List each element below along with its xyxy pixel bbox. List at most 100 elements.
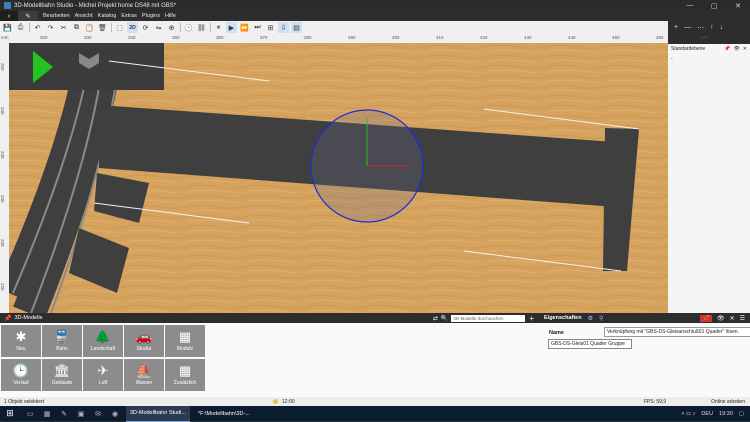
back-button[interactable]: ‹ — [0, 11, 18, 21]
properties-panel-header: Eigenschaften ⚙ ⚲ 📌 👁 ✕ ☰ — [540, 313, 750, 323]
name-field[interactable]: GBS-DS-Gleis01 Quader Gruppe — [548, 339, 632, 349]
move-layer-icon[interactable]: ⋯ — [697, 24, 704, 32]
delete-icon[interactable]: 🗑 — [97, 22, 108, 33]
play-icon[interactable]: ▶ — [226, 22, 237, 33]
close-icon[interactable]: ✕ — [730, 315, 735, 322]
print-icon[interactable]: ⎙ — [15, 22, 26, 33]
rotate-icon[interactable]: ⟳ — [140, 22, 151, 33]
close-button[interactable]: ✕ — [726, 2, 750, 10]
taskbar-app-modellbahn[interactable]: 3D-Modellbahn Studi... — [126, 405, 190, 422]
car-icon: 🚗 — [135, 329, 153, 344]
layer-down-icon[interactable]: ↓ — [720, 24, 724, 31]
align-icon[interactable]: ⊕ — [166, 22, 177, 33]
category-landschaft[interactable]: 🌲 Landschaft — [83, 325, 123, 357]
mode-2d-button[interactable]: 2D — [127, 22, 138, 33]
category-module[interactable]: ▦ Module — [165, 325, 205, 357]
cut-icon[interactable]: ✂ — [58, 22, 69, 33]
track-tool-icon[interactable]: ⊞ — [265, 22, 276, 33]
windows-start-icon[interactable]: ⊞ — [0, 408, 20, 419]
ruler-tick: 460 — [656, 35, 664, 40]
ruler-tick: 240 — [0, 151, 5, 159]
menu-ansicht[interactable]: Ansicht — [75, 13, 93, 19]
menu-bar: ‹ ✎ Bearbeiten Ansicht Katalog Extras Pl… — [0, 11, 750, 21]
category-verlauf[interactable]: 🕒 Verlauf — [1, 359, 41, 391]
category-bahn[interactable]: 🚆 Bahn — [42, 325, 82, 357]
language-indicator[interactable]: DEU — [701, 411, 713, 417]
ruler-tick: 410 — [436, 35, 444, 40]
category-zusaetzlich[interactable]: ▦ Zusätzlich — [165, 359, 205, 391]
calculator-icon[interactable]: ▦ — [40, 410, 54, 418]
mail-icon[interactable]: ✉ — [91, 410, 105, 418]
taskbar-app-explorer[interactable]: *F:\Modellbahn\3D-... — [194, 406, 254, 421]
ruler-tick: 420 — [480, 35, 488, 40]
fps-display: FPS: 59,9 — [643, 398, 667, 405]
network-icon[interactable]: ⚲ — [599, 315, 603, 322]
fast-forward-icon[interactable]: ⏩ — [239, 22, 250, 33]
3d-viewport[interactable] — [9, 43, 668, 313]
unlink-tooltip[interactable]: Verknüpfung mit "GBS-DS-Gleisanschluß01 … — [604, 327, 750, 337]
pin-icon[interactable]: 📌 — [724, 46, 730, 52]
tray-clock[interactable]: 19:30 — [719, 411, 733, 417]
redo-icon[interactable]: ↷ — [45, 22, 56, 33]
minimize-button[interactable]: — — [678, 2, 702, 10]
category-luft[interactable]: ✈ Luft — [83, 359, 123, 391]
ruler-tick: 250 — [0, 63, 5, 71]
notification-icon[interactable]: ▢ — [739, 411, 744, 417]
category-wasser[interactable]: ⛵ Wasser — [124, 359, 164, 391]
category-gebaeude[interactable]: 🏛 Gebäude — [42, 359, 82, 391]
eye-icon[interactable]: 👁 — [733, 46, 739, 52]
link-icon[interactable]: ⛓ — [196, 22, 207, 33]
menu-bearbeiten[interactable]: Bearbeiten — [43, 13, 70, 19]
tray-icons[interactable]: ˄ ▭ ♪ — [681, 411, 695, 417]
add-model-icon[interactable]: + — [529, 314, 534, 323]
taskbar: ⊞ ▭ ▦ ✎ ▣ ✉ ◉ 3D-Modellbahn Studi... *F:… — [0, 405, 750, 422]
category-neu[interactable]: ✱ Neu — [1, 325, 41, 357]
paste-icon[interactable]: 📋 — [84, 22, 95, 33]
grid-icon[interactable]: ▤ — [291, 22, 302, 33]
ruler-tick: 230 — [0, 239, 5, 247]
edit-mode-button[interactable]: ✎ — [18, 11, 38, 21]
speed-icon[interactable]: ⏭ — [252, 22, 263, 33]
sync-icon[interactable]: ⇄ — [433, 315, 438, 322]
search-icon[interactable]: 🔍 — [441, 315, 448, 322]
save-icon[interactable]: 💾 — [2, 22, 13, 33]
pause-icon[interactable]: ⏸ — [213, 22, 224, 33]
pen-icon[interactable]: ✎ — [57, 410, 71, 418]
browser-icon[interactable]: ◉ — [108, 410, 122, 418]
menu-hilfe[interactable]: Hilfe — [165, 13, 176, 19]
add-layer-icon[interactable]: + — [674, 24, 678, 31]
select-tool-icon[interactable]: ⬚ — [114, 22, 125, 33]
remove-layer-icon[interactable]: — — [684, 24, 691, 31]
store-icon[interactable]: ▣ — [74, 410, 88, 418]
maximize-button[interactable]: ▢ — [702, 2, 726, 10]
building-icon: 🏛 — [53, 363, 71, 378]
menu-plugins[interactable]: Plugins — [142, 13, 160, 19]
layer-up-icon[interactable]: ↑ — [710, 24, 714, 31]
lock-icon[interactable]: ✕ — [743, 46, 747, 52]
online-status[interactable]: Online arbeiten — [711, 399, 745, 405]
ruler-tick: 360 — [216, 35, 224, 40]
menu-icon[interactable]: ☰ — [740, 315, 745, 322]
ruler-tick: 390 — [348, 35, 356, 40]
selection-status: 1 Objekt selektiert — [4, 398, 45, 405]
gear-icon[interactable]: ⚙ — [588, 315, 593, 322]
pin-icon[interactable]: 📌 — [700, 314, 712, 322]
category-strasse[interactable]: 🚗 Straße — [124, 325, 164, 357]
time-display[interactable]: 12:00 — [273, 399, 295, 405]
models-search-input[interactable]: 3D-Modelle durchsuchen — [451, 314, 526, 322]
clock-icon[interactable]: 🕒 — [183, 22, 194, 33]
layer-row[interactable]: Standardebene 📌 👁 ✕ — [668, 44, 750, 54]
folder-icon[interactable]: ▭ — [23, 410, 37, 418]
pin-icon[interactable]: 📌 — [4, 315, 11, 322]
menu-katalog[interactable]: Katalog — [98, 13, 117, 19]
eye-icon[interactable]: 👁 — [717, 315, 725, 322]
copy-icon[interactable]: ⧉ — [71, 22, 82, 33]
mirror-icon[interactable]: ⇋ — [153, 22, 164, 33]
snap-icon[interactable]: ⇩ — [278, 22, 289, 33]
menu-extras[interactable]: Extras — [121, 13, 137, 19]
scene-svg[interactable] — [9, 43, 668, 313]
sailboat-icon: ⛵ — [135, 363, 153, 378]
system-tray: ˄ ▭ ♪ DEU 19:30 ▢ — [681, 411, 750, 417]
ruler-tick: 245 — [0, 107, 5, 115]
undo-icon[interactable]: ↶ — [32, 22, 43, 33]
